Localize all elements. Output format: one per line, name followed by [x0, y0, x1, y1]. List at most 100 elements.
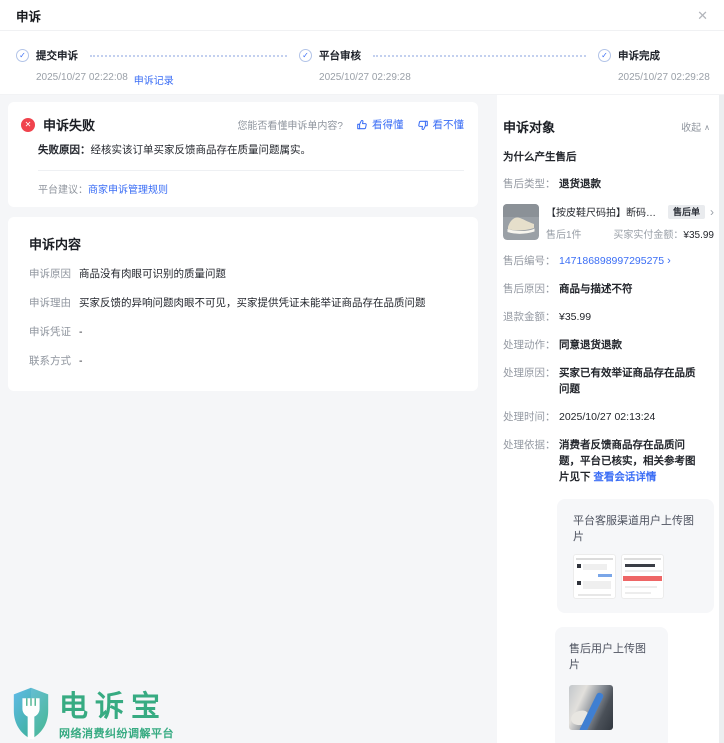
appeal-justification-row: 申诉理由 买家反馈的异响问题肉眼不可见，买家提供凭证未能举证商品存在品质问题	[29, 296, 458, 311]
brand-subtitle: 网络消费纠纷调解平台	[59, 725, 174, 741]
shoe-photo-thumbnail[interactable]	[569, 685, 613, 730]
appeal-content-card: 申诉内容 申诉原因 商品没有肉眼可识别的质量问题 申诉理由 买家反馈的异响问题肉…	[8, 217, 478, 391]
row-label: 处理依据：	[503, 437, 559, 485]
appeal-modal: 申诉 ✕ ✓ 提交申诉 2025/10/27 02:22:08 申诉记录 ✓ 平…	[0, 0, 724, 743]
understand-button[interactable]: 看得懂	[356, 117, 404, 132]
scrollbar[interactable]	[719, 95, 724, 743]
fail-reason: 失败原因：经核实该订单买家反馈商品存在质量问题属实。	[38, 143, 464, 158]
row-label: 申诉原因	[29, 267, 73, 282]
feedback-question: 您能否看懂申诉单内容?	[237, 117, 343, 132]
chevron-up-icon: ∧	[704, 123, 710, 132]
step-submit-appeal: ✓ 提交申诉 2025/10/27 02:22:08 申诉记录	[16, 48, 299, 87]
thumb-up-icon	[356, 119, 368, 131]
thumb-down-icon	[417, 119, 429, 131]
understand-label: 看得懂	[372, 117, 404, 132]
step-timestamp: 2025/10/27 02:29:28	[319, 72, 411, 83]
check-circle-icon: ✓	[299, 49, 312, 62]
not-understand-label: 看不懂	[433, 117, 465, 132]
dotted-connector	[373, 55, 586, 57]
appeal-target-panel: 申诉对象 收起 ∧ 为什么产生售后 售后类型： 退货退款	[497, 95, 724, 743]
content-card-title: 申诉内容	[29, 234, 458, 253]
product-card[interactable]: 【按皮鞋尺码拍】断码清仓... 售后单 › 售后1件 买家实付金额：¥35.99	[503, 204, 714, 241]
row-label: 售后原因：	[503, 281, 559, 297]
row-value: 商品与描述不符	[559, 281, 633, 297]
fail-reason-label: 失败原因：	[38, 144, 91, 156]
panel-title: 申诉对象	[503, 117, 555, 136]
appeal-rules-link[interactable]: 商家申诉管理规则	[88, 185, 168, 196]
platform-suggestion: 平台建议：商家申诉管理规则	[38, 171, 464, 196]
row-value: 买家反馈的异响问题肉眼不可见，买家提供凭证未能举证商品存在品质问题	[79, 296, 426, 311]
aftersale-cause-title: 为什么产生售后	[503, 149, 714, 164]
handle-reason-row: 处理原因： 买家已有效举证商品存在品质问题	[503, 365, 714, 397]
row-label: 处理动作：	[503, 337, 559, 353]
product-title: 【按皮鞋尺码拍】断码清仓...	[546, 204, 664, 219]
suggestion-label: 平台建议：	[38, 185, 88, 196]
collapse-button[interactable]: 收起 ∧	[681, 119, 710, 134]
row-value: 退货退款	[559, 176, 601, 192]
row-value: 商品没有肉眼可识别的质量问题	[79, 267, 226, 282]
aftersale-box-title: 售后用户上传图片	[569, 641, 654, 673]
contact-row: 联系方式 -	[29, 354, 458, 369]
progress-steps: ✓ 提交申诉 2025/10/27 02:22:08 申诉记录 ✓ 平台审核 2…	[0, 31, 724, 95]
fail-reason-text: 经核实该订单买家反馈商品存在质量问题属实。	[91, 144, 312, 156]
fail-circle-icon: ✕	[21, 118, 35, 132]
row-label: 申诉理由	[29, 296, 73, 311]
row-value: 同意退货退款	[559, 337, 622, 353]
aftersale-images-box: 售后用户上传图片	[555, 627, 668, 743]
aftersale-number-link[interactable]: 147186898997295275›	[559, 253, 671, 269]
step-appeal-complete: ✓ 申诉完成 2025/10/27 02:29:28	[598, 48, 708, 83]
result-title: 申诉失败	[43, 115, 95, 134]
appeal-evidence-row: 申诉凭证 -	[29, 325, 458, 340]
aftersale-order-badge: 售后单	[668, 205, 705, 219]
platform-images-box: 平台客服渠道用户上传图片	[557, 499, 714, 613]
row-value: 买家已有效举证商品存在品质问题	[559, 365, 701, 397]
row-label: 处理原因：	[503, 365, 559, 397]
appeal-reason-row: 申诉原因 商品没有肉眼可识别的质量问题	[29, 267, 458, 282]
not-understand-button[interactable]: 看不懂	[417, 117, 465, 132]
shield-fist-icon	[10, 685, 52, 742]
row-label: 申诉凭证	[29, 325, 73, 340]
appeal-record-link[interactable]: 申诉记录	[134, 72, 174, 87]
watermark-logo: 电诉宝 网络消费纠纷调解平台	[10, 685, 174, 742]
modal-header: 申诉 ✕	[0, 0, 724, 31]
view-conversation-link[interactable]: 查看会话详情	[593, 471, 656, 483]
step-label: 平台审核	[319, 48, 361, 63]
check-circle-icon: ✓	[16, 49, 29, 62]
aftersale-type-row: 售后类型： 退货退款	[503, 176, 714, 192]
paid-amount: 买家实付金额：¥35.99	[613, 226, 714, 241]
page-title: 申诉	[16, 6, 41, 25]
product-thumbnail	[503, 204, 539, 240]
check-circle-icon: ✓	[598, 49, 611, 62]
row-label: 退款金额：	[503, 309, 559, 325]
appeal-result-card: ✕ 申诉失败 您能否看懂申诉单内容? 看得懂	[8, 102, 478, 207]
row-value: ¥35.99	[559, 309, 591, 325]
row-label: 售后类型：	[503, 176, 559, 192]
chevron-right-icon: ›	[667, 255, 671, 267]
collapse-label: 收起	[681, 119, 701, 134]
row-value: 2025/10/27 02:13:24	[559, 409, 655, 425]
row-value: 消费者反馈商品存在品质问题，平台已核实，相关参考图片见下 查看会话详情	[559, 437, 701, 485]
handle-time-row: 处理时间： 2025/10/27 02:13:24	[503, 409, 714, 425]
step-timestamp: 2025/10/27 02:22:08	[36, 72, 128, 87]
modal-body: ✕ 申诉失败 您能否看懂申诉单内容? 看得懂	[0, 95, 724, 743]
chat-screenshot-thumbnail[interactable]	[573, 554, 616, 599]
order-screenshot-thumbnail[interactable]	[621, 554, 664, 599]
row-value: -	[79, 325, 83, 340]
handle-action-row: 处理动作： 同意退货退款	[503, 337, 714, 353]
close-icon[interactable]: ✕	[697, 9, 708, 22]
brand-name: 电诉宝	[59, 693, 174, 722]
row-value: -	[79, 354, 83, 369]
step-label: 提交申诉	[36, 48, 78, 63]
aftersale-count: 售后1件	[546, 226, 582, 241]
row-label: 联系方式	[29, 354, 73, 369]
step-platform-review: ✓ 平台审核 2025/10/27 02:29:28	[299, 48, 598, 83]
dotted-connector	[90, 55, 287, 57]
main-column: ✕ 申诉失败 您能否看懂申诉单内容? 看得懂	[0, 95, 497, 743]
chevron-right-icon: ›	[710, 206, 714, 218]
sneaker-image	[503, 204, 539, 240]
row-label: 处理时间：	[503, 409, 559, 425]
step-label: 申诉完成	[618, 48, 660, 63]
aftersale-reason-row: 售后原因： 商品与描述不符	[503, 281, 714, 297]
step-timestamp: 2025/10/27 02:29:28	[618, 72, 710, 83]
aftersale-number-row: 售后编号： 147186898997295275›	[503, 253, 714, 269]
